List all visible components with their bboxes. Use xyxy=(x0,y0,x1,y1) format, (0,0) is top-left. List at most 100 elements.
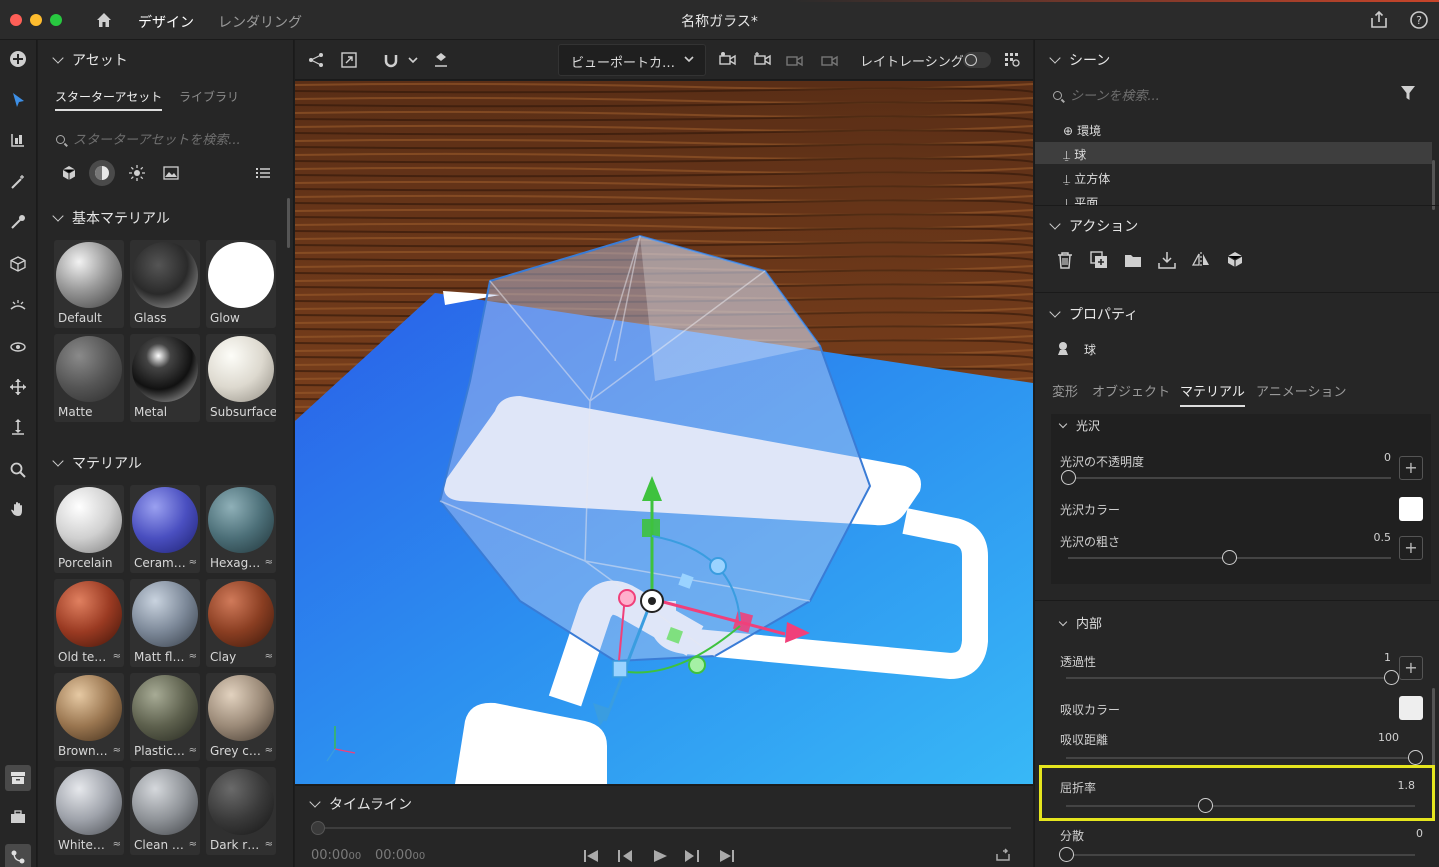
material-swatch[interactable]: Hexag… ≈ xyxy=(206,485,276,573)
material-swatch[interactable]: White… ≈ xyxy=(54,767,124,855)
share-icon[interactable] xyxy=(1368,9,1390,31)
add-camera-icon[interactable] xyxy=(753,49,775,71)
select-tool-icon[interactable] xyxy=(7,89,29,111)
tab-starter-assets[interactable]: スターターアセット xyxy=(55,88,163,111)
timeline-track[interactable] xyxy=(311,827,1011,829)
sheen-opacity-add-button[interactable]: + xyxy=(1399,456,1423,480)
3d-viewport[interactable] xyxy=(295,81,1033,784)
assets-scrollbar[interactable] xyxy=(287,198,290,248)
eyedropper-icon[interactable] xyxy=(7,211,29,233)
sheen-color-swatch[interactable] xyxy=(1399,497,1423,521)
material-swatch[interactable]: Ceram… ≈ xyxy=(130,485,200,573)
raytracing-toggle[interactable] xyxy=(963,52,991,68)
help-icon[interactable]: ? xyxy=(1408,9,1430,31)
viewport-camera-select[interactable]: ビューポートカ… xyxy=(558,44,706,76)
chevron-down-icon[interactable] xyxy=(402,49,424,71)
sheen-roughness-add-button[interactable]: + xyxy=(1399,536,1423,560)
dispersion-knob[interactable] xyxy=(1058,847,1074,862)
light-icon[interactable] xyxy=(7,295,29,317)
scene-scrollbar[interactable] xyxy=(1432,160,1435,210)
absorption-color-swatch[interactable] xyxy=(1399,696,1423,720)
material-swatch[interactable]: Porcelain xyxy=(54,485,124,573)
material-swatch[interactable]: Matte xyxy=(54,334,124,422)
transmission-add-button[interactable]: + xyxy=(1399,656,1423,680)
sheen-opacity-knob[interactable] xyxy=(1060,470,1076,485)
filter-lights-icon[interactable] xyxy=(124,160,150,186)
material-swatch[interactable]: Grey c… ≈ xyxy=(206,673,276,761)
sheen-roughness-value[interactable]: 0.5 xyxy=(1351,531,1392,544)
basic-materials-header[interactable]: 基本マテリアル xyxy=(52,208,170,228)
tab-transform[interactable]: 変形 xyxy=(1052,381,1078,400)
absorption-distance-value[interactable]: 100 xyxy=(1351,731,1399,744)
hand-icon[interactable] xyxy=(7,498,29,520)
material-swatch[interactable]: Metal xyxy=(130,334,200,422)
drop-to-ground-action-icon[interactable] xyxy=(1157,250,1177,270)
cube-icon[interactable] xyxy=(7,253,29,275)
scene-item-cube[interactable]: ⍊ 立方体 xyxy=(1063,170,1110,187)
ungroup-icon[interactable] xyxy=(1225,250,1245,270)
material-swatch[interactable]: Brown… ≈ xyxy=(54,673,124,761)
filter-images-icon[interactable] xyxy=(158,160,184,186)
material-swatch[interactable]: Subsurface xyxy=(206,334,276,422)
filter-icon[interactable] xyxy=(1400,85,1416,104)
add-icon[interactable] xyxy=(7,48,29,70)
duplicate-icon[interactable] xyxy=(1089,250,1109,270)
transmission-value[interactable]: 1 xyxy=(1351,651,1391,664)
dolly-icon[interactable] xyxy=(7,416,29,438)
list-view-icon[interactable] xyxy=(250,160,276,186)
sheen-opacity-slider[interactable] xyxy=(1068,477,1391,479)
magnet-icon[interactable] xyxy=(380,49,402,71)
assets-header[interactable]: アセット xyxy=(52,50,128,70)
step-forward-icon[interactable] xyxy=(682,846,702,866)
group-folder-icon[interactable] xyxy=(1123,250,1143,270)
properties-header[interactable]: プロパティ xyxy=(1049,304,1138,324)
delete-icon[interactable] xyxy=(1055,250,1075,270)
drop-to-ground-icon[interactable] xyxy=(430,49,452,71)
share-model-icon[interactable] xyxy=(305,49,327,71)
camera-icon[interactable] xyxy=(718,49,740,71)
scene-search-input[interactable]: シーンを検索... xyxy=(1053,85,1160,104)
tab-libraries[interactable]: ライブラリ xyxy=(179,88,239,105)
material-swatch[interactable]: Clean … ≈ xyxy=(130,767,200,855)
render-settings-icon[interactable] xyxy=(1001,49,1023,71)
redo-camera-icon[interactable] xyxy=(820,49,842,71)
scene-item-plane[interactable]: ⍊ 平面 xyxy=(1063,194,1098,205)
sheen-opacity-value[interactable]: 0 xyxy=(1351,451,1391,464)
play-icon[interactable] xyxy=(650,846,670,866)
orbit-icon[interactable] xyxy=(7,336,29,358)
material-swatch[interactable]: Glass xyxy=(130,240,200,328)
tab-object[interactable]: オブジェクト xyxy=(1092,381,1170,400)
material-swatch[interactable]: Glow xyxy=(206,240,276,328)
materials-header[interactable]: マテリアル xyxy=(52,453,142,473)
material-swatch[interactable]: Matt fl… ≈ xyxy=(130,579,200,667)
magic-wand-icon[interactable] xyxy=(7,171,29,193)
assets-panel-icon[interactable] xyxy=(5,765,31,791)
sheen-roughness-knob[interactable] xyxy=(1222,550,1237,565)
filter-materials-icon[interactable] xyxy=(89,160,115,186)
actions-header[interactable]: アクション xyxy=(1049,216,1138,236)
material-swatch[interactable]: Plastic… ≈ xyxy=(130,673,200,761)
timeline-scrubber[interactable] xyxy=(311,821,325,835)
sheen-header[interactable]: 光沢 xyxy=(1058,417,1100,434)
skip-to-end-icon[interactable] xyxy=(717,846,737,866)
material-swatch[interactable]: Clay ≈ xyxy=(206,579,276,667)
skip-to-start-icon[interactable] xyxy=(581,846,601,866)
material-swatch[interactable]: Dark r… ≈ xyxy=(206,767,276,855)
timeline-header[interactable]: タイムライン xyxy=(309,794,412,814)
zoom-icon[interactable] xyxy=(7,459,29,481)
mirror-icon[interactable] xyxy=(1191,250,1211,270)
frame-selection-icon[interactable] xyxy=(338,49,360,71)
absorption-distance-knob[interactable] xyxy=(1407,750,1423,765)
step-back-icon[interactable] xyxy=(615,846,635,866)
move-icon[interactable] xyxy=(7,376,29,398)
dispersion-value[interactable]: 0 xyxy=(1375,827,1423,840)
filter-models-icon[interactable] xyxy=(56,160,82,186)
interior-header[interactable]: 内部 xyxy=(1058,613,1102,632)
material-swatch[interactable]: Default xyxy=(54,240,124,328)
tab-material[interactable]: マテリアル xyxy=(1180,381,1245,407)
toolkit-icon[interactable] xyxy=(7,806,29,828)
material-swatch[interactable]: Old te… ≈ xyxy=(54,579,124,667)
dispersion-slider[interactable] xyxy=(1066,854,1415,856)
undo-camera-icon[interactable] xyxy=(785,49,807,71)
frame-tool-icon[interactable] xyxy=(7,129,29,151)
